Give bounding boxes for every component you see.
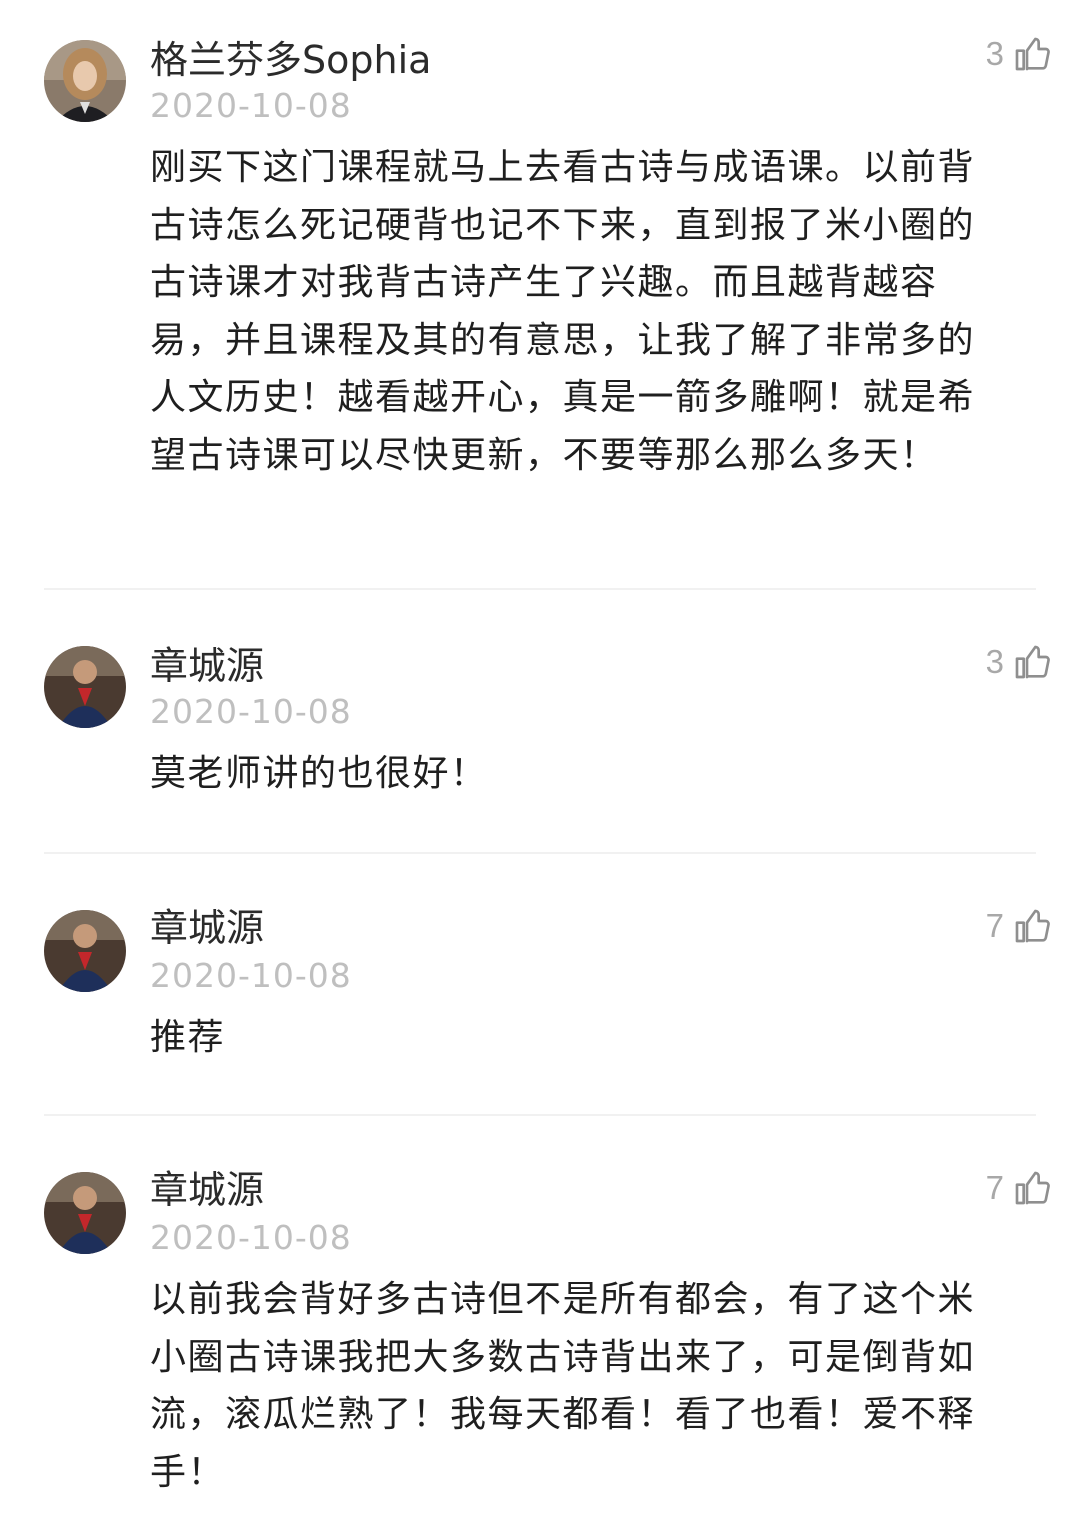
comment-text: 刚买下这门课程就马上去看古诗与成语课。以前背古诗怎么死记硬背也记不下来，直到报了… xyxy=(150,147,976,476)
comment-text: 以前我会背好多古诗但不是所有都会，有了这个米小圈古诗课我把大多数古诗背出来了，可… xyxy=(150,1279,976,1493)
user-avatar[interactable] xyxy=(44,1172,126,1254)
comment-item: 章城源 2020-10-08 7 以前我会背好多古诗但不是所有都会，有了这个米小… xyxy=(0,1116,1080,1527)
comment-date: 2020-10-08 xyxy=(150,86,352,125)
like-count: 7 xyxy=(985,1169,1004,1206)
comment-date: 2020-10-08 xyxy=(150,692,352,731)
comment-item: 章城源 2020-10-08 7 推荐 xyxy=(0,854,1080,1116)
like-count: 7 xyxy=(985,907,1004,944)
user-avatar[interactable] xyxy=(44,40,126,122)
like-count: 3 xyxy=(985,35,1004,72)
comment-text: 莫老师讲的也很好！ xyxy=(150,753,488,794)
user-avatar[interactable] xyxy=(44,646,126,728)
like-count: 3 xyxy=(985,643,1004,680)
user-name[interactable]: 章城源 xyxy=(150,906,264,950)
like-button[interactable]: 7 xyxy=(986,1166,1052,1210)
comment-item: 格兰芬多Sophia 2020-10-08 3 刚买下这门课程就马上去看古诗与成… xyxy=(0,0,1080,590)
user-name[interactable]: 章城源 xyxy=(150,644,264,688)
thumbs-up-icon[interactable] xyxy=(1012,1168,1052,1208)
comment-date: 2020-10-08 xyxy=(150,956,352,995)
like-button[interactable]: 3 xyxy=(986,640,1052,684)
user-name[interactable]: 章城源 xyxy=(150,1168,264,1212)
user-avatar[interactable] xyxy=(44,910,126,992)
user-name[interactable]: 格兰芬多Sophia xyxy=(150,38,431,82)
comment-item: 章城源 2020-10-08 3 莫老师讲的也很好！ xyxy=(0,590,1080,852)
thumbs-up-icon[interactable] xyxy=(1012,906,1052,946)
comment-text: 推荐 xyxy=(150,1017,226,1058)
thumbs-up-icon[interactable] xyxy=(1012,34,1052,74)
comment-date: 2020-10-08 xyxy=(150,1218,352,1257)
like-button[interactable]: 7 xyxy=(986,904,1052,948)
like-button[interactable]: 3 xyxy=(986,32,1052,76)
thumbs-up-icon[interactable] xyxy=(1012,642,1052,682)
